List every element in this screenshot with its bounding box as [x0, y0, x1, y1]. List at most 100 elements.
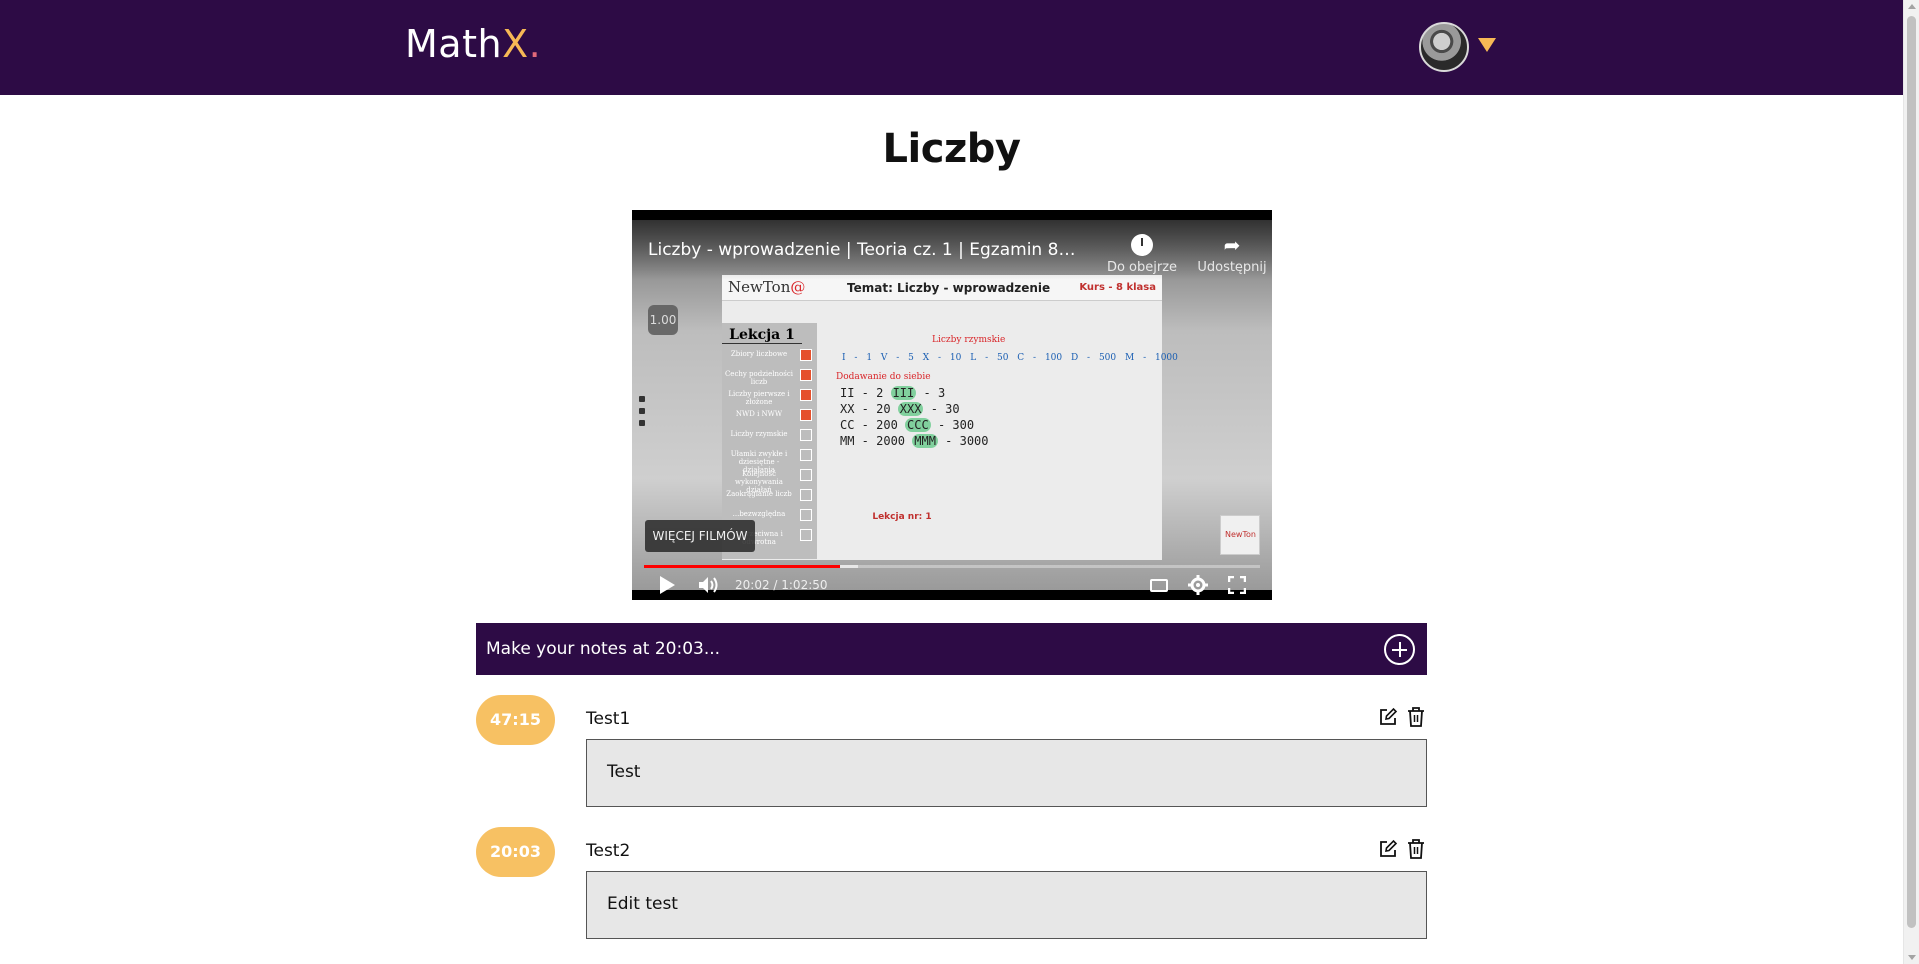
- note-item: 47:15 Test1 Test: [476, 695, 1427, 815]
- video-played: [644, 565, 841, 568]
- lesson-list-item: Cechy podzielności liczb: [724, 367, 814, 386]
- handwriting-part: - 3: [916, 386, 946, 400]
- share-label: Udostępnij: [1197, 260, 1267, 275]
- tool-icon: [639, 408, 645, 414]
- handwriting-highlight: MMM: [912, 434, 938, 448]
- lesson-list-item: Liczby pierwsze i złożone: [724, 387, 814, 406]
- video-title[interactable]: Liczby - wprowadzenie | Teoria cz. 1 | E…: [648, 240, 1078, 260]
- handwriting-line: II - 2 III - 3: [840, 386, 945, 400]
- note-timestamp-button[interactable]: 47:15: [476, 695, 555, 745]
- lesson-label: Liczby rzymskie: [730, 430, 788, 438]
- logo-dot: .: [528, 22, 542, 66]
- slide-course: Kurs - 8 klasa: [1079, 282, 1156, 293]
- video-title-bar: Liczby - wprowadzenie | Teoria cz. 1 | E…: [632, 220, 1272, 280]
- page-scrollbar[interactable]: [1903, 0, 1919, 964]
- settings-gear-icon[interactable]: [1188, 575, 1208, 595]
- logo-text: Math: [405, 22, 503, 66]
- handwriting-part: MM - 2000: [840, 434, 913, 448]
- logo-x: X: [502, 22, 529, 66]
- roman-heading: Liczby rzymskie: [932, 335, 1006, 345]
- checked-box-icon: [800, 369, 812, 381]
- mathx-logo[interactable]: MathX.: [405, 22, 541, 66]
- watch-later-label: Do obejrze: [1106, 260, 1178, 275]
- make-notes-label: Make your notes at 20:03...: [486, 639, 721, 659]
- note-item: 20:03 Test2 Edit test: [476, 827, 1427, 947]
- checked-box-icon: [800, 349, 812, 361]
- scroll-up-arrow-icon[interactable]: [1908, 4, 1916, 9]
- note-title: Test1: [586, 709, 631, 729]
- brand-main: NewTon: [728, 278, 791, 296]
- more-videos-button[interactable]: WIĘCEJ FILMÓW: [645, 520, 755, 552]
- lesson-label: Zbiory liczbowe: [730, 350, 788, 358]
- lesson-list-item: NWD i NWW: [724, 407, 814, 425]
- lesson-list-item: Zaokrąglanie liczb: [724, 487, 814, 505]
- trash-icon[interactable]: [1406, 838, 1426, 860]
- note-body[interactable]: Edit test: [586, 871, 1427, 939]
- adding-heading: Dodawanie do siebie: [836, 372, 931, 382]
- lesson-list-item: Ułamki zwykłe i dziesiętne - działania: [724, 447, 814, 474]
- empty-box-icon: [800, 429, 812, 441]
- handwriting-highlight: XXX: [897, 402, 924, 416]
- lesson-label: NWD i NWW: [735, 410, 783, 418]
- lesson-label: Liczby pierwsze i złożone: [728, 390, 790, 406]
- lesson-label: Cechy podzielności liczb: [724, 370, 794, 386]
- share-button[interactable]: ➦ Udostępnij: [1192, 234, 1272, 275]
- empty-box-icon: [800, 469, 812, 481]
- handwriting-part: - 300: [930, 418, 975, 432]
- watermark-text: NewTon: [1225, 530, 1256, 539]
- top-navbar: MathX.: [0, 0, 1903, 95]
- handwriting-highlight: III: [890, 386, 917, 400]
- channel-watermark[interactable]: NewTon: [1220, 515, 1260, 555]
- share-icon: ➦: [1223, 233, 1241, 257]
- note-title: Test2: [586, 841, 631, 861]
- scroll-down-arrow-icon[interactable]: [1908, 955, 1916, 960]
- drawing-tools: [636, 390, 648, 440]
- lesson-list-item: Zbiory liczbowe: [724, 347, 814, 365]
- handwriting-part: - 3000: [937, 434, 989, 448]
- scrollbar-thumb[interactable]: [1907, 16, 1916, 928]
- user-avatar[interactable]: [1419, 22, 1469, 72]
- user-menu-dropdown-icon[interactable]: [1478, 38, 1496, 52]
- subtitles-icon[interactable]: [1150, 579, 1168, 592]
- make-notes-bar[interactable]: Make your notes at 20:03...: [476, 623, 1427, 675]
- video-controls: 20:02 / 1:02:50: [632, 570, 1272, 600]
- empty-box-icon: [800, 449, 812, 461]
- brand-suffix: @: [790, 278, 806, 296]
- fullscreen-icon[interactable]: [1228, 576, 1246, 594]
- handwriting-part: - 30: [923, 402, 960, 416]
- video-frame[interactable]: NewTon@ Temat: Liczby - wprowadzenie Kur…: [632, 220, 1272, 595]
- play-icon[interactable]: [660, 576, 675, 594]
- handwriting-part: CC - 200: [840, 418, 906, 432]
- handwriting-part: XX - 20: [840, 402, 898, 416]
- lesson-panel-title: Lekcja 1: [722, 327, 802, 344]
- checked-box-icon: [800, 409, 812, 421]
- empty-box-icon: [800, 529, 812, 541]
- newtone-logo: NewTon@: [728, 278, 805, 296]
- note-body-text: Test: [607, 762, 641, 782]
- lesson-list-item: Liczby rzymskie: [724, 427, 814, 445]
- handwriting-part: II - 2: [840, 386, 891, 400]
- clock-icon: [1131, 234, 1153, 256]
- video-time: 20:02 / 1:02:50: [735, 578, 828, 592]
- trash-icon[interactable]: [1406, 706, 1426, 728]
- edit-icon[interactable]: [1378, 839, 1398, 859]
- add-note-plus-icon[interactable]: [1384, 634, 1415, 665]
- video-player[interactable]: NewTon@ Temat: Liczby - wprowadzenie Kur…: [632, 210, 1272, 600]
- playback-speed-badge[interactable]: 1.00: [648, 305, 678, 335]
- empty-box-icon: [800, 489, 812, 501]
- handwriting-line: CC - 200 CCC - 300: [840, 418, 974, 432]
- handwriting-highlight: CCC: [905, 418, 931, 432]
- handwriting-line: MM - 2000 MMM - 3000: [840, 434, 989, 448]
- note-body-text: Edit test: [607, 894, 678, 914]
- handwriting-line: XX - 20 XXX - 30: [840, 402, 960, 416]
- lesson-label: Zaokrąglanie liczb: [726, 490, 792, 498]
- note-body[interactable]: Test: [586, 739, 1427, 807]
- edit-icon[interactable]: [1378, 707, 1398, 727]
- watch-later-button[interactable]: Do obejrze: [1092, 234, 1192, 275]
- tool-icon: [639, 396, 645, 402]
- note-timestamp-button[interactable]: 20:03: [476, 827, 555, 877]
- page-title: Liczby: [882, 126, 1021, 172]
- video-progress-bar[interactable]: [644, 565, 1260, 568]
- volume-icon[interactable]: [698, 576, 720, 594]
- lesson-list-item: Kolejność wykonywania działań: [724, 467, 814, 494]
